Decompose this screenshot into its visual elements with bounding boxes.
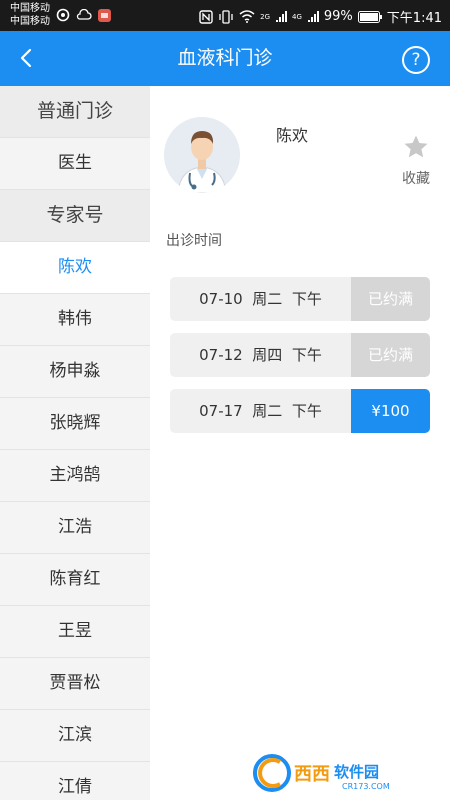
- wifi-icon: [239, 10, 255, 23]
- schedule-slot: 07-12 周四 下午 已约满: [170, 333, 430, 377]
- doctor-name: 陈欢: [276, 126, 309, 145]
- sidebar-item-zhangxiaohui[interactable]: 张晓辉: [0, 398, 150, 450]
- star-icon: [404, 135, 428, 158]
- help-button[interactable]: ?: [402, 46, 430, 74]
- app-badge-icon: [98, 8, 111, 22]
- signal-icon-1: [276, 10, 287, 22]
- sidebar-item-jiajinsong[interactable]: 贾晋松: [0, 658, 150, 710]
- watermark-logo: 西西 软件园 CR173.COM: [250, 752, 430, 794]
- battery-percent: 99%: [323, 9, 353, 24]
- slot-datetime: 07-17 周二 下午: [170, 389, 351, 433]
- cloud-icon: [76, 9, 92, 20]
- slot-weekday: 周四: [252, 346, 283, 364]
- vibrate-icon: [219, 9, 233, 24]
- slot-datetime: 07-12 周四 下午: [170, 333, 351, 377]
- watermark-brand: 西西: [294, 764, 330, 785]
- sidebar-item-yangshenmiao[interactable]: 杨申淼: [0, 346, 150, 398]
- doctor-avatar: [164, 117, 240, 193]
- book-price-button[interactable]: ¥100: [351, 389, 430, 433]
- slot-full-status: 已约满: [351, 333, 430, 377]
- schedule-slot: 07-10 周二 下午 已约满: [170, 277, 430, 321]
- app-notification-icon: [56, 8, 70, 22]
- sidebar-item-jiangqian[interactable]: 江倩: [0, 762, 150, 800]
- schedule-slot: 07-17 周二 下午 ¥100: [170, 389, 430, 433]
- slot-weekday: 周二: [252, 290, 283, 308]
- carrier-2: 中国移动: [10, 16, 50, 27]
- slot-date: 07-12: [199, 346, 243, 364]
- clock: 下午1:41: [386, 11, 442, 26]
- slot-period: 下午: [291, 290, 322, 308]
- sidebar-item-doctor[interactable]: 医生: [0, 138, 150, 190]
- status-bar: 中国移动 中国移动 2G 4G 99% 下午1:41: [0, 0, 450, 31]
- sidebar-item-chenhuan[interactable]: 陈欢: [0, 242, 150, 294]
- favorite-button[interactable]: 收藏: [396, 134, 436, 188]
- slot-full-status: 已约满: [351, 277, 430, 321]
- slot-period: 下午: [291, 402, 322, 420]
- signal-icon-2: [307, 10, 319, 22]
- doctor-detail-panel: 陈欢 收藏 出诊时间 07-10 周二 下午 已约满 07-12 周四 下午 已…: [150, 86, 450, 800]
- site-logo: 西西 软件园 CR173.COM: [250, 752, 430, 794]
- doctor-sidebar: 普通门诊 医生 专家号 陈欢 韩伟 杨申淼 张晓辉 主鸿鹄 江浩 陈育红 王昱 …: [0, 86, 150, 800]
- page-title: 血液科门诊: [177, 47, 273, 69]
- sidebar-item-hanwei[interactable]: 韩伟: [0, 294, 150, 346]
- network-2g-label: 2G: [260, 12, 270, 21]
- help-icon: ?: [411, 50, 421, 70]
- nfc-icon: [199, 9, 213, 24]
- slot-period: 下午: [291, 346, 322, 364]
- watermark-site: CR173.COM: [342, 782, 390, 791]
- section-expert[interactable]: 专家号: [0, 190, 150, 242]
- battery-icon: [357, 10, 382, 23]
- schedule-title: 出诊时间: [166, 233, 222, 249]
- carrier-1: 中国移动: [10, 3, 50, 14]
- watermark-suffix: 软件园: [334, 763, 379, 781]
- sidebar-item-jianghao[interactable]: 江浩: [0, 502, 150, 554]
- slot-weekday: 周二: [252, 402, 283, 420]
- system-status: 2G 4G 99% 下午1:41: [199, 7, 442, 26]
- slot-date: 07-10: [199, 290, 243, 308]
- sidebar-item-chenyuhong[interactable]: 陈育红: [0, 554, 150, 606]
- sidebar-item-jiangbin[interactable]: 江滨: [0, 710, 150, 762]
- network-4g-label: 4G: [292, 12, 302, 21]
- section-general-clinic[interactable]: 普通门诊: [0, 86, 150, 138]
- carrier-info: 中国移动 中国移动: [10, 2, 50, 28]
- top-app-bar: 血液科门诊 ?: [0, 31, 450, 86]
- sidebar-item-wangyu[interactable]: 王昱: [0, 606, 150, 658]
- sidebar-item-zhuhonghu[interactable]: 主鸿鹄: [0, 450, 150, 502]
- notification-icons: [56, 8, 111, 22]
- slot-date: 07-17: [199, 402, 243, 420]
- doctor-avatar-icon: [164, 117, 240, 193]
- favorite-label: 收藏: [402, 171, 430, 187]
- slot-datetime: 07-10 周二 下午: [170, 277, 351, 321]
